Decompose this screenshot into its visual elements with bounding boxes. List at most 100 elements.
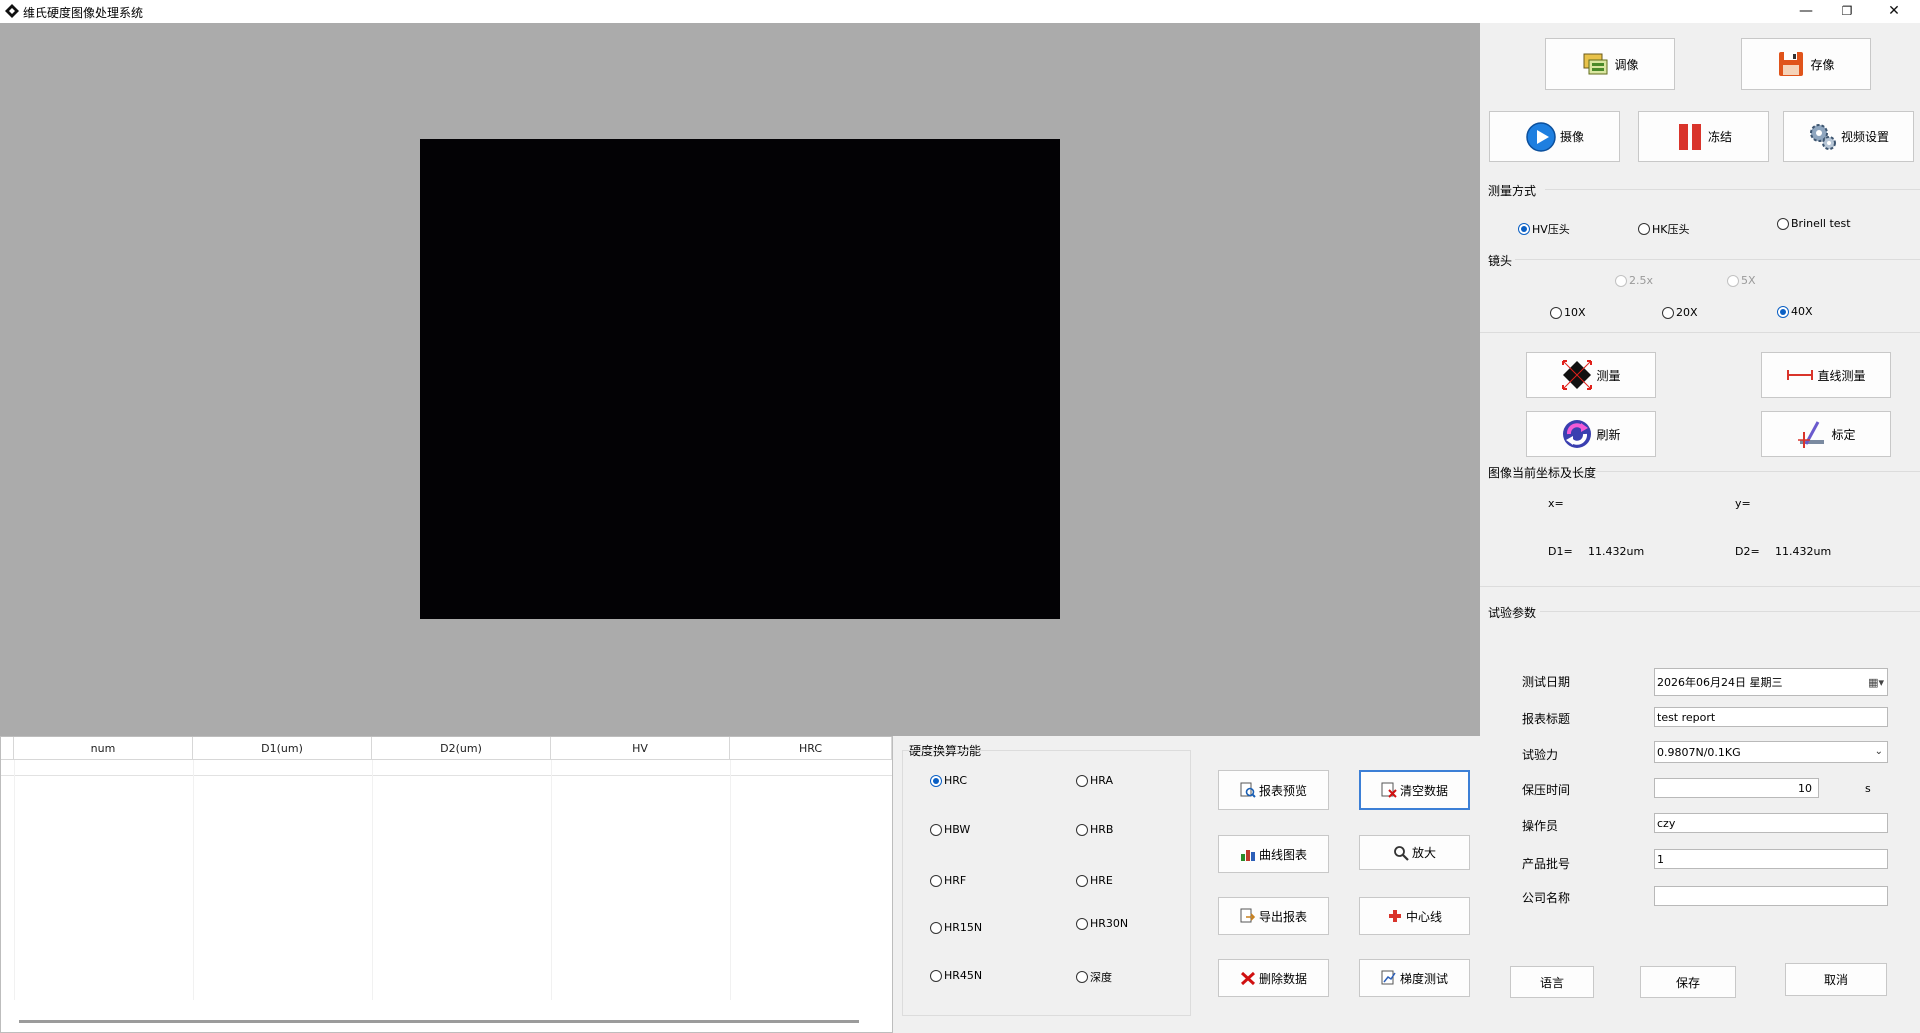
radio-conversion-2[interactable]: HBW xyxy=(930,823,970,836)
radio-lens-20x[interactable]: 20X xyxy=(1662,306,1698,319)
radio-lens-2-5x[interactable]: 2.5x xyxy=(1615,274,1653,287)
hold-time-label: 保压时间 xyxy=(1522,783,1571,797)
radio-conversion-9[interactable]: 深度 xyxy=(1076,969,1112,985)
test-date-value: 2026年06月24日 星期三 xyxy=(1657,676,1783,689)
radio-conversion-label: HRA xyxy=(1090,774,1113,787)
company-input[interactable] xyxy=(1654,886,1888,906)
radio-lens-10x[interactable]: 10X xyxy=(1550,306,1586,319)
coords-title: 图像当前坐标及长度 xyxy=(1488,466,1597,480)
table-row[interactable] xyxy=(1,775,892,776)
clear-data-icon xyxy=(1381,782,1397,798)
lens-divider xyxy=(1515,259,1920,260)
column-header-num[interactable]: num xyxy=(14,737,193,760)
radio-conversion-7[interactable]: HR30N xyxy=(1076,917,1128,930)
clear-data-button[interactable]: 清空数据 xyxy=(1359,770,1470,810)
radio-lens-40x-label: 40X xyxy=(1791,305,1813,318)
language-button[interactable]: 语言 xyxy=(1510,966,1594,998)
pause-icon xyxy=(1678,123,1701,150)
camera-image-view[interactable] xyxy=(420,139,1060,619)
zoom-button[interactable]: 放大 xyxy=(1359,835,1470,870)
radio-conversion-0[interactable]: HRC xyxy=(930,774,967,787)
column-header-d2[interactable]: D2(um) xyxy=(372,737,551,760)
test-date-picker[interactable]: 2026年06月24日 星期三 ▦▾ xyxy=(1654,668,1888,696)
delete-data-button[interactable]: 删除数据 xyxy=(1218,959,1329,997)
save-button[interactable]: 保存 xyxy=(1640,966,1736,998)
radio-lens-10x-dot xyxy=(1550,306,1562,319)
radio-lens-20x-dot xyxy=(1662,306,1674,319)
gradient-test-icon xyxy=(1381,970,1396,985)
video-settings-button[interactable]: 视频设置 xyxy=(1783,111,1914,162)
measurement-table[interactable]: num D1(um) D2(um) HV HRC xyxy=(0,736,893,1033)
minimize-button[interactable]: — xyxy=(1786,0,1826,22)
center-line-label: 中心线 xyxy=(1405,909,1442,924)
adjust-image-label: 调像 xyxy=(1614,57,1639,72)
column-header-d1[interactable]: D1(um) xyxy=(193,737,372,760)
radio-conversion-label: HR45N xyxy=(944,969,983,982)
radio-lens-5x-label: 5X xyxy=(1741,274,1756,287)
calibrate-label: 标定 xyxy=(1831,427,1856,442)
freeze-button[interactable]: 冻结 xyxy=(1638,111,1769,162)
calibrate-button[interactable]: 标定 xyxy=(1761,411,1891,457)
radio-conversion-1[interactable]: HRA xyxy=(1076,774,1113,787)
curve-chart-label: 曲线图表 xyxy=(1258,847,1307,862)
y-coordinate-label: y= xyxy=(1735,497,1751,510)
report-title-value: test report xyxy=(1657,710,1716,724)
close-button[interactable]: ✕ xyxy=(1874,0,1914,22)
hold-time-input[interactable]: 10 xyxy=(1654,778,1819,798)
title-bar: 维氏硬度图像处理系统 — ❐ ✕ xyxy=(0,0,1920,23)
report-title-input[interactable]: test report xyxy=(1654,707,1888,727)
radio-lens-2-5x-label: 2.5x xyxy=(1629,274,1654,287)
refresh-icon xyxy=(1563,420,1592,448)
radio-conversion-3[interactable]: HRB xyxy=(1076,823,1113,836)
cancel-label: 取消 xyxy=(1823,973,1848,987)
calendar-dropdown-icon[interactable]: ▦▾ xyxy=(1868,676,1884,689)
radio-conversion-dot xyxy=(930,774,942,787)
center-line-button[interactable]: 中心线 xyxy=(1359,897,1470,935)
radio-conversion-label: HR30N xyxy=(1090,917,1129,930)
test-force-select[interactable]: 0.9807N/0.1KG ⌄ xyxy=(1654,741,1888,763)
line-measure-button[interactable]: 直线测量 xyxy=(1761,352,1891,398)
radio-lens-40x-dot xyxy=(1777,305,1789,318)
clear-data-label: 清空数据 xyxy=(1399,783,1448,798)
adjust-image-button[interactable]: 调像 xyxy=(1545,38,1675,90)
radio-hk-indenter[interactable]: HK压头 xyxy=(1638,221,1690,237)
column-header-hrc[interactable]: HRC xyxy=(730,737,892,760)
cancel-button[interactable]: 取消 xyxy=(1785,963,1887,996)
image-display-area[interactable] xyxy=(0,23,1480,736)
gradient-test-button[interactable]: 梯度测试 xyxy=(1359,959,1470,997)
report-preview-icon xyxy=(1240,782,1256,798)
radio-conversion-dot xyxy=(1076,823,1088,836)
measure-button[interactable]: 测量 xyxy=(1526,352,1656,398)
language-label: 语言 xyxy=(1539,975,1564,990)
params-title: 试验参数 xyxy=(1488,606,1537,620)
d2-value: 11.432um xyxy=(1775,545,1832,558)
chart-icon xyxy=(1240,850,1255,861)
params-divider xyxy=(1540,611,1920,612)
horizontal-scrollbar[interactable] xyxy=(19,1020,859,1023)
operator-input[interactable]: czy xyxy=(1654,813,1888,833)
radio-brinell[interactable]: Brinell test xyxy=(1777,217,1851,230)
batch-input[interactable]: 1 xyxy=(1654,849,1888,869)
freeze-label: 冻结 xyxy=(1707,130,1732,144)
curve-chart-button[interactable]: 曲线图表 xyxy=(1218,835,1329,873)
radio-conversion-4[interactable]: HRF xyxy=(930,874,966,887)
radio-conversion-5[interactable]: HRE xyxy=(1076,874,1113,887)
radio-conversion-6[interactable]: HR15N xyxy=(930,921,982,934)
radio-lens-5x[interactable]: 5X xyxy=(1727,274,1756,287)
radio-lens-40x[interactable]: 40X xyxy=(1777,305,1813,318)
lens-bottom-divider xyxy=(1480,332,1920,333)
coords-divider xyxy=(1596,471,1920,472)
save-image-button[interactable]: 存像 xyxy=(1741,38,1871,90)
radio-lens-20x-label: 20X xyxy=(1676,306,1698,319)
report-preview-button[interactable]: 报表预览 xyxy=(1218,770,1329,810)
export-report-button[interactable]: 导出报表 xyxy=(1218,897,1329,935)
capture-button[interactable]: 摄像 xyxy=(1489,111,1620,162)
column-header-hv[interactable]: HV xyxy=(551,737,730,760)
gears-icon xyxy=(1809,123,1836,150)
radio-conversion-dot xyxy=(930,823,942,836)
refresh-button[interactable]: 刷新 xyxy=(1526,411,1656,457)
delete-data-label: 删除数据 xyxy=(1258,971,1307,986)
radio-hv-indenter[interactable]: HV压头 xyxy=(1518,221,1570,237)
restore-button[interactable]: ❐ xyxy=(1827,0,1867,22)
radio-conversion-8[interactable]: HR45N xyxy=(930,969,982,982)
